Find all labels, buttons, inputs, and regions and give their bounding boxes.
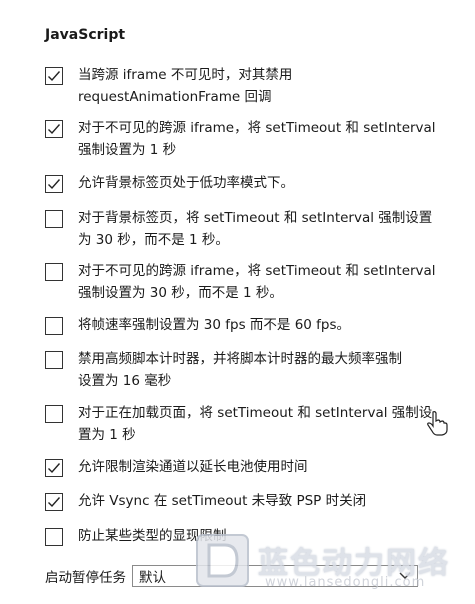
watermark: 蓝色动力网络 www.lansedongli.com [195,520,470,600]
startup-pause-tasks-value: 默认 [139,570,166,586]
option-checkbox[interactable] [45,405,63,423]
option-label-line: 禁用高频脚本计时器，并将脚本计时器的最大频率强制 [78,351,402,367]
option-label: 当跨源 iframe 不可见时，对其禁用 requestAnimationFram… [78,64,292,108]
option-label: 对于不可见的跨源 iframe，将 setTimeout 和 setInterv… [78,117,436,161]
option-label-line: 当跨源 iframe 不可见时，对其禁用 [78,67,293,83]
option-label-line: 强制设置为 30 秒，而不是 1 秒。 [78,285,283,301]
check-icon [48,71,61,82]
check-icon [48,124,61,135]
check-icon [48,463,61,474]
option-label-line: 设置为 16 毫秒 [78,373,172,389]
option-row[interactable]: 对于正在加载页面，将 setTimeout 和 setInterval 强制设置… [45,404,455,446]
option-checkbox[interactable] [45,210,63,228]
option-label: 对于背景标签页，将 setTimeout 和 setInterval 强制设置为… [78,207,432,251]
option-row[interactable]: 将帧速率强制设置为 30 fps 而不是 60 fps。 [45,316,455,336]
option-checkbox[interactable] [45,528,63,546]
option-label-line: requestAnimationFrame 回调 [78,89,272,105]
option-row[interactable]: 允许限制渲染通道以延长电池使用时间 [45,458,455,478]
option-label-line: 强制设置为 1 秒 [78,142,177,158]
option-label: 将帧速率强制设置为 30 fps 而不是 60 fps。 [78,314,350,336]
option-label-line: 置为 1 秒 [78,427,136,443]
option-label: 允许 Vsync 在 setTimeout 未导致 PSP 时关闭 [78,490,366,512]
option-label-line: 允许限制渲染通道以延长电池使用时间 [78,459,308,475]
option-row[interactable]: 对于不可见的跨源 iframe，将 setTimeout 和 setInterv… [45,262,455,304]
hand-cursor-icon [427,411,448,436]
check-icon [48,179,61,190]
option-label-line: 允许背景标签页处于低功率模式下。 [78,175,294,191]
option-label-line: 对于正在加载页面，将 setTimeout 和 setInterval 强制设 [78,405,433,421]
option-row[interactable]: 对于不可见的跨源 iframe，将 setTimeout 和 setInterv… [45,119,455,161]
option-checkbox[interactable] [45,263,63,281]
option-label: 对于正在加载页面，将 setTimeout 和 setInterval 强制设置… [78,402,432,446]
option-checkbox[interactable] [45,175,63,193]
option-checkbox[interactable] [45,493,63,511]
option-checkbox[interactable] [45,120,63,138]
option-label-line: 将帧速率强制设置为 30 fps 而不是 60 fps。 [78,317,351,333]
option-label-line: 为 30 秒，而不是 1 秒。 [78,232,229,248]
option-checkbox[interactable] [45,351,63,369]
option-checkbox[interactable] [45,317,63,335]
option-checkbox[interactable] [45,459,63,477]
watermark-logo-icon [196,533,249,587]
option-row[interactable]: 禁用高频脚本计时器，并将脚本计时器的最大频率强制 设置为 16 毫秒 [45,350,455,392]
option-label-line: 对于不可见的跨源 iframe，将 setTimeout 和 setInterv… [78,263,436,279]
option-row[interactable]: 允许背景标签页处于低功率模式下。 [45,174,455,194]
option-row[interactable]: 当跨源 iframe 不可见时，对其禁用 requestAnimationFram… [45,66,455,108]
watermark-url: www.lansedongli.com [265,575,426,590]
option-label: 允许限制渲染通道以延长电池使用时间 [78,456,308,478]
option-label-line: 允许 Vsync 在 setTimeout 未导致 PSP 时关闭 [78,493,367,509]
option-label: 对于不可见的跨源 iframe，将 setTimeout 和 setInterv… [78,260,436,304]
option-row[interactable]: 允许 Vsync 在 setTimeout 未导致 PSP 时关闭 [45,492,455,512]
option-label: 允许背景标签页处于低功率模式下。 [78,172,294,194]
option-label-line: 对于不可见的跨源 iframe，将 setTimeout 和 setInterv… [78,120,436,136]
section-title: JavaScript [45,27,126,43]
option-row[interactable]: 对于背景标签页，将 setTimeout 和 setInterval 强制设置为… [45,209,455,251]
check-icon [48,497,61,508]
option-label: 禁用高频脚本计时器，并将脚本计时器的最大频率强制 设置为 16 毫秒 [78,348,402,392]
option-checkbox[interactable] [45,67,63,85]
option-label-line: 对于背景标签页，将 setTimeout 和 setInterval 强制设置 [78,210,433,226]
startup-pause-tasks-label: 启动暂停任务 [45,570,126,586]
